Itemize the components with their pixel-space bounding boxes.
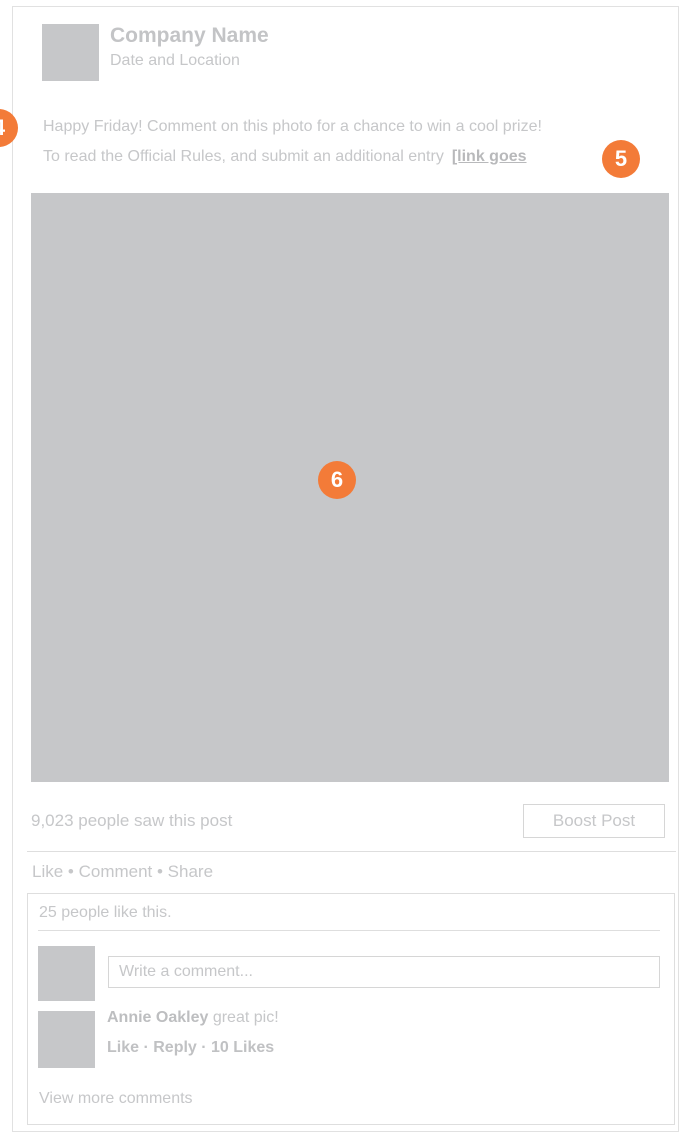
user-avatar <box>38 946 95 1001</box>
boost-post-button[interactable]: Boost Post <box>523 804 665 838</box>
official-rules-link[interactable]: [link goes <box>452 148 527 165</box>
comment-actions[interactable]: Like · Reply · 10 Likes <box>107 1039 274 1057</box>
view-more-comments-link[interactable]: View more comments <box>39 1090 193 1108</box>
company-name[interactable]: Company Name <box>110 24 269 48</box>
divider <box>27 851 676 852</box>
reach-count: 9,023 people saw this post <box>31 811 233 830</box>
callout-badge-5: 5 <box>602 140 640 178</box>
company-avatar[interactable] <box>42 24 99 81</box>
date-location: Date and Location <box>110 52 240 69</box>
callout-badge-6: 6 <box>318 461 356 499</box>
comment-item: Annie Oakley great pic! <box>107 1009 279 1027</box>
comments-divider <box>38 930 660 931</box>
comment-author[interactable]: Annie Oakley <box>107 1009 208 1026</box>
post-message-line2-text: To read the Official Rules, and submit a… <box>43 148 444 165</box>
post-message-line1: Happy Friday! Comment on this photo for … <box>43 118 542 135</box>
commenter-avatar[interactable] <box>38 1011 95 1068</box>
post-message-line2: To read the Official Rules, and submit a… <box>43 148 527 166</box>
comment-text: great pic! <box>208 1009 279 1026</box>
comment-input[interactable] <box>108 956 660 988</box>
post-actions[interactable]: Like • Comment • Share <box>32 862 213 882</box>
likes-count[interactable]: 25 people like this. <box>39 904 172 922</box>
